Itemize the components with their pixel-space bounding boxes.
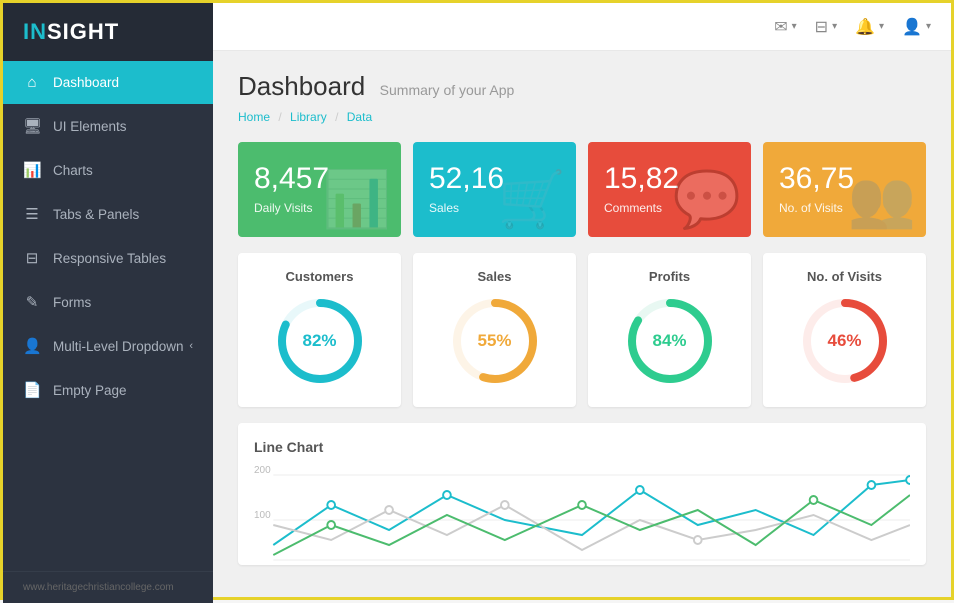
bell-icon: 🔔 — [855, 17, 875, 37]
nav-icon-responsive-tables: ⊟ — [23, 249, 41, 267]
nav-label-responsive-tables: Responsive Tables — [53, 251, 166, 266]
sidebar-item-charts[interactable]: 📊 Charts — [3, 148, 213, 192]
topbar-icon-bell[interactable]: 🔔▾ — [855, 17, 884, 37]
sidebar-item-empty-page[interactable]: 📄 Empty Page — [3, 368, 213, 412]
donut-title-sales: Sales — [429, 269, 560, 284]
breadcrumb-home[interactable]: Home — [238, 110, 270, 124]
page-title: Dashboard — [238, 71, 365, 101]
sidebar-item-dashboard[interactable]: ⌂ Dashboard — [3, 61, 213, 104]
stat-bg-icon-no-of-visits: 👥 — [848, 167, 916, 232]
sidebar-item-multi-level[interactable]: 👤 Multi-Level Dropdown ‹ — [3, 324, 213, 368]
y-label-200: 200 — [254, 465, 271, 476]
user-icon: 👤 — [902, 17, 922, 37]
breadcrumb-library[interactable]: Library — [290, 110, 327, 124]
breadcrumb-data: Data — [347, 110, 372, 124]
sidebar-item-responsive-tables[interactable]: ⊟ Responsive Tables — [3, 236, 213, 280]
email-icon: ✉ — [774, 17, 787, 37]
user-caret: ▾ — [926, 21, 931, 32]
sidebar-item-forms[interactable]: ✎ Forms — [3, 280, 213, 324]
stat-bg-icon-comments: 💬 — [673, 167, 741, 232]
donut-label-no-of-visits: 46% — [827, 331, 861, 351]
donut-title-no-of-visits: No. of Visits — [779, 269, 910, 284]
nav-icon-forms: ✎ — [23, 293, 41, 311]
nav-label-ui-elements: UI Elements — [53, 119, 127, 134]
line-chart-svg — [254, 465, 910, 565]
donut-label-sales: 55% — [477, 331, 511, 351]
nav-label-dashboard: Dashboard — [53, 75, 119, 90]
logo-sight: SIGHT — [47, 19, 119, 44]
stat-bg-icon-sales: 🛒 — [498, 167, 566, 232]
content-area: Dashboard Summary of your App Home / Lib… — [213, 51, 951, 597]
line-chart-section: Line Chart 200 100 — [238, 423, 926, 565]
nav-icon-empty-page: 📄 — [23, 381, 41, 399]
donut-title-profits: Profits — [604, 269, 735, 284]
nav-arrow-multi-level: ‹ — [189, 340, 193, 352]
donut-panel-profits: Profits 84% — [588, 253, 751, 407]
donut-profits: 84% — [625, 296, 715, 386]
nav-label-charts: Charts — [53, 163, 93, 178]
email-caret: ▾ — [792, 21, 797, 32]
donut-panel-sales: Sales 55% — [413, 253, 576, 407]
sidebar-item-tabs-panels[interactable]: ☰ Tabs & Panels — [3, 192, 213, 236]
sidebar-nav: ⌂ Dashboard 🖥 UI Elements 📊 Charts ☰ Tab… — [3, 61, 213, 571]
donut-title-customers: Customers — [254, 269, 385, 284]
topbar-icon-email[interactable]: ✉▾ — [774, 17, 796, 37]
nav-icon-tabs-panels: ☰ — [23, 205, 41, 223]
nav-label-tabs-panels: Tabs & Panels — [53, 207, 139, 222]
topbar-icon-menu[interactable]: ⊟▾ — [815, 17, 837, 37]
chart-title: Line Chart — [254, 439, 910, 455]
menu-caret: ▾ — [832, 21, 837, 32]
donut-panels: Customers 82% Sales 55% Profits — [238, 253, 926, 407]
donut-label-profits: 84% — [652, 331, 686, 351]
topbar: ✉▾⊟▾🔔▾👤▾ — [213, 3, 951, 51]
donut-panel-customers: Customers 82% — [238, 253, 401, 407]
topbar-icon-user[interactable]: 👤▾ — [902, 17, 931, 37]
bell-caret: ▾ — [879, 21, 884, 32]
sidebar-footer: www.heritagechristiancollege.com — [3, 571, 213, 603]
donut-label-customers: 82% — [302, 331, 336, 351]
donut-customers: 82% — [275, 296, 365, 386]
logo: INSIGHT — [3, 3, 213, 61]
main-content: ✉▾⊟▾🔔▾👤▾ Dashboard Summary of your App H… — [213, 3, 951, 597]
menu-icon: ⊟ — [815, 17, 828, 37]
nav-label-forms: Forms — [53, 295, 91, 310]
nav-icon-ui-elements: 🖥 — [23, 117, 41, 135]
sidebar-item-ui-elements[interactable]: 🖥 UI Elements — [3, 104, 213, 148]
nav-label-empty-page: Empty Page — [53, 383, 127, 398]
logo-in: IN — [23, 19, 47, 44]
page-header: Dashboard Summary of your App — [238, 71, 926, 102]
nav-icon-charts: 📊 — [23, 161, 41, 179]
chart-area: 200 100 — [254, 465, 910, 565]
page-subtitle: Summary of your App — [380, 82, 515, 98]
donut-no-of-visits: 46% — [800, 296, 890, 386]
sidebar: INSIGHT ⌂ Dashboard 🖥 UI Elements 📊 Char… — [3, 3, 213, 603]
nav-label-multi-level: Multi-Level Dropdown — [53, 339, 184, 354]
stat-bg-icon-daily-visits: 📊 — [323, 167, 391, 232]
y-label-100: 100 — [254, 510, 271, 521]
stat-card-daily-visits: 8,457 Daily Visits 📊 — [238, 142, 401, 237]
stat-card-no-of-visits: 36,75 No. of Visits 👥 — [763, 142, 926, 237]
stat-cards: 8,457 Daily Visits 📊 52,16 Sales 🛒 15,82… — [238, 142, 926, 237]
stat-card-sales: 52,16 Sales 🛒 — [413, 142, 576, 237]
donut-panel-no-of-visits: No. of Visits 46% — [763, 253, 926, 407]
nav-icon-dashboard: ⌂ — [23, 74, 41, 91]
stat-card-comments: 15,82 Comments 💬 — [588, 142, 751, 237]
nav-icon-multi-level: 👤 — [23, 337, 41, 355]
breadcrumb: Home / Library / Data — [238, 110, 926, 124]
donut-sales: 55% — [450, 296, 540, 386]
